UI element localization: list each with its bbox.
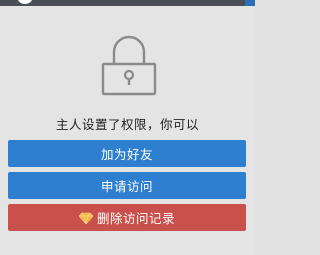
top-bar — [0, 0, 255, 6]
permission-message: 主人设置了权限，你可以 — [55, 117, 199, 132]
apply-visit-label: 申请访问 — [100, 179, 153, 194]
add-friend-button[interactable]: 加为好友 — [8, 140, 246, 167]
lock-icon — [101, 35, 157, 96]
diamond-icon — [78, 212, 93, 224]
top-accent — [245, 0, 255, 6]
apply-visit-button[interactable]: 申请访问 — [8, 172, 246, 199]
add-friend-label: 加为好友 — [100, 147, 153, 162]
avatar — [18, 0, 32, 4]
delete-visit-records-button[interactable]: 删除访问记录 — [8, 204, 246, 231]
delete-visit-records-label: 删除访问记录 — [96, 211, 175, 226]
access-restricted-screen: 主人设置了权限，你可以 加为好友 申请访问 删除访问记录 — [0, 0, 255, 255]
